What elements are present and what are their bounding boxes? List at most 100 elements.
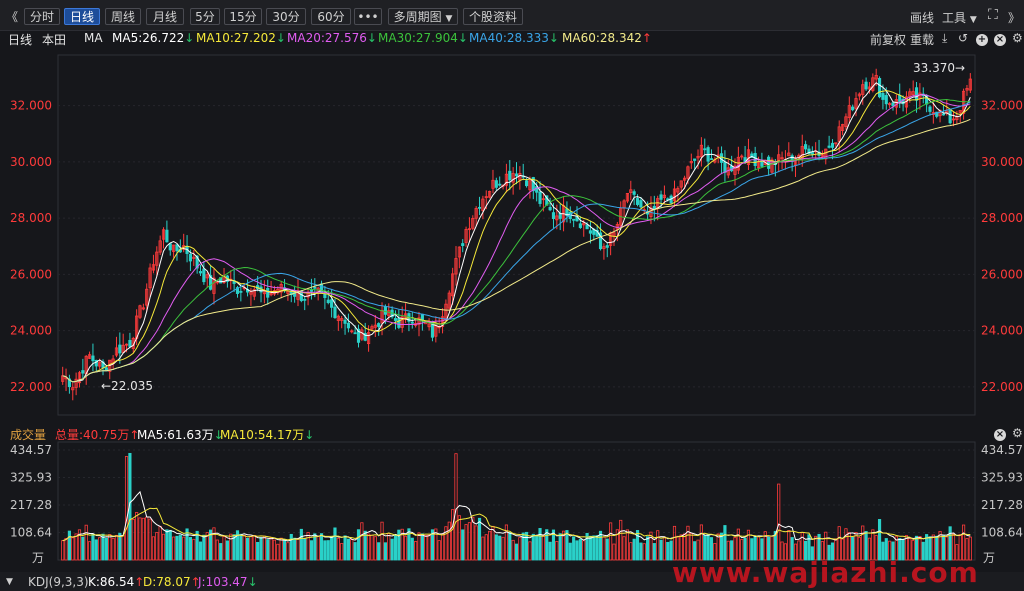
candle-body [719,153,724,163]
candle-body [188,253,192,262]
volume-bar [454,453,458,561]
price-tick-label: 32.000 [981,99,1023,113]
candle-body [804,144,808,150]
volume-bar [303,538,307,561]
volume-bar [414,541,418,561]
volume-bar [440,533,445,561]
volume-bar [877,519,882,561]
volume-bar [245,537,250,561]
volume-bar [182,536,186,561]
price-tick-label: 28.000 [10,211,52,225]
volume-bar [168,529,172,561]
volume-bar [249,536,253,561]
volume-bar [410,537,414,561]
volume-bar [837,526,841,561]
volume-bar [84,524,88,561]
volume-tick-label: 325.93 [981,470,1023,484]
volume-bar [306,532,310,561]
volume-ma5: MA5:61.63万↓ [137,428,224,442]
candle-body [898,94,902,102]
volume-bar [723,525,727,561]
candle-body [168,243,172,251]
candle-body [767,156,771,169]
volume-bar [568,542,572,561]
volume-bar [625,529,630,561]
volume-bar [494,534,498,561]
close-icon[interactable]: × [994,426,1006,441]
volume-bar [652,543,656,561]
volume-bar [545,529,549,561]
volume-bar [605,538,609,561]
volume-bar [427,534,431,561]
price-tick-label: 24.000 [10,324,52,338]
volume-bar [266,539,270,561]
volume-bar [360,522,364,561]
volume-bar [256,541,260,561]
candle-body [723,161,727,173]
volume-bar [646,536,650,561]
volume-bar [114,534,119,561]
candle-body [572,218,576,221]
volume-bar [124,456,129,561]
candle-body [333,306,337,319]
candle-body [494,180,498,188]
ma20-line [62,94,971,383]
candle-body [548,206,552,211]
volume-bar [437,540,441,561]
volume-bar [272,539,277,561]
settings-icon[interactable]: ⚙ [1012,426,1023,440]
volume-bar [71,537,75,561]
volume-bar [131,518,135,561]
candle-body [703,148,707,151]
volume-bar [370,534,374,561]
collapse-icon[interactable]: ▼ [6,577,13,587]
volume-bar [451,509,455,561]
kline-chart[interactable]: 32.000 32.000 30.000 30.000 28.000 28.000 26.0… [0,0,1024,591]
price-tick-label: 24.000 [981,324,1023,338]
price-tick-label: 26.000 [10,267,52,281]
volume-bar [699,524,703,561]
candle-body [891,102,895,107]
volume-bar [353,542,357,561]
volume-bar [316,535,320,561]
volume-bar [101,533,105,561]
candle-body [303,298,307,301]
volume-bar [659,539,663,561]
price-tick-label: 22.000 [981,380,1023,394]
volume-bar [525,531,529,561]
volume-bar [477,517,482,561]
volume-bar [464,524,468,561]
volume-bar [481,536,485,561]
volume-bar [104,537,108,561]
candle-body [498,183,502,186]
volume-bar [145,516,149,561]
watermark: www.wajiazhi.com [672,556,979,589]
volume-bar [656,530,660,561]
volume-bar [111,537,115,561]
volume-bar [64,538,68,561]
volume-bar [948,526,952,561]
volume-bar [81,536,85,561]
candle-body [202,268,206,283]
kdj-k: K:86.54↑ [88,575,145,589]
volume-bar [286,542,290,561]
candle-body [128,339,132,347]
volume-pane-border [57,441,976,561]
volume-bar [165,529,169,561]
volume-bar [330,536,334,561]
candle-body [693,158,697,161]
volume-bar [340,543,344,561]
volume-bar [98,537,102,561]
volume-bar [161,533,166,561]
volume-ma5-line [62,490,971,542]
candle-body [864,81,868,90]
volume-bar [252,535,256,561]
volume-bar [323,540,327,561]
volume-bar [488,530,492,561]
volume-bar [192,538,196,561]
volume-bar [531,533,535,561]
volume-bar [582,540,586,561]
volume-unit-label: 万 [32,551,44,565]
volume-bar [548,541,552,561]
candle-body [914,87,919,101]
